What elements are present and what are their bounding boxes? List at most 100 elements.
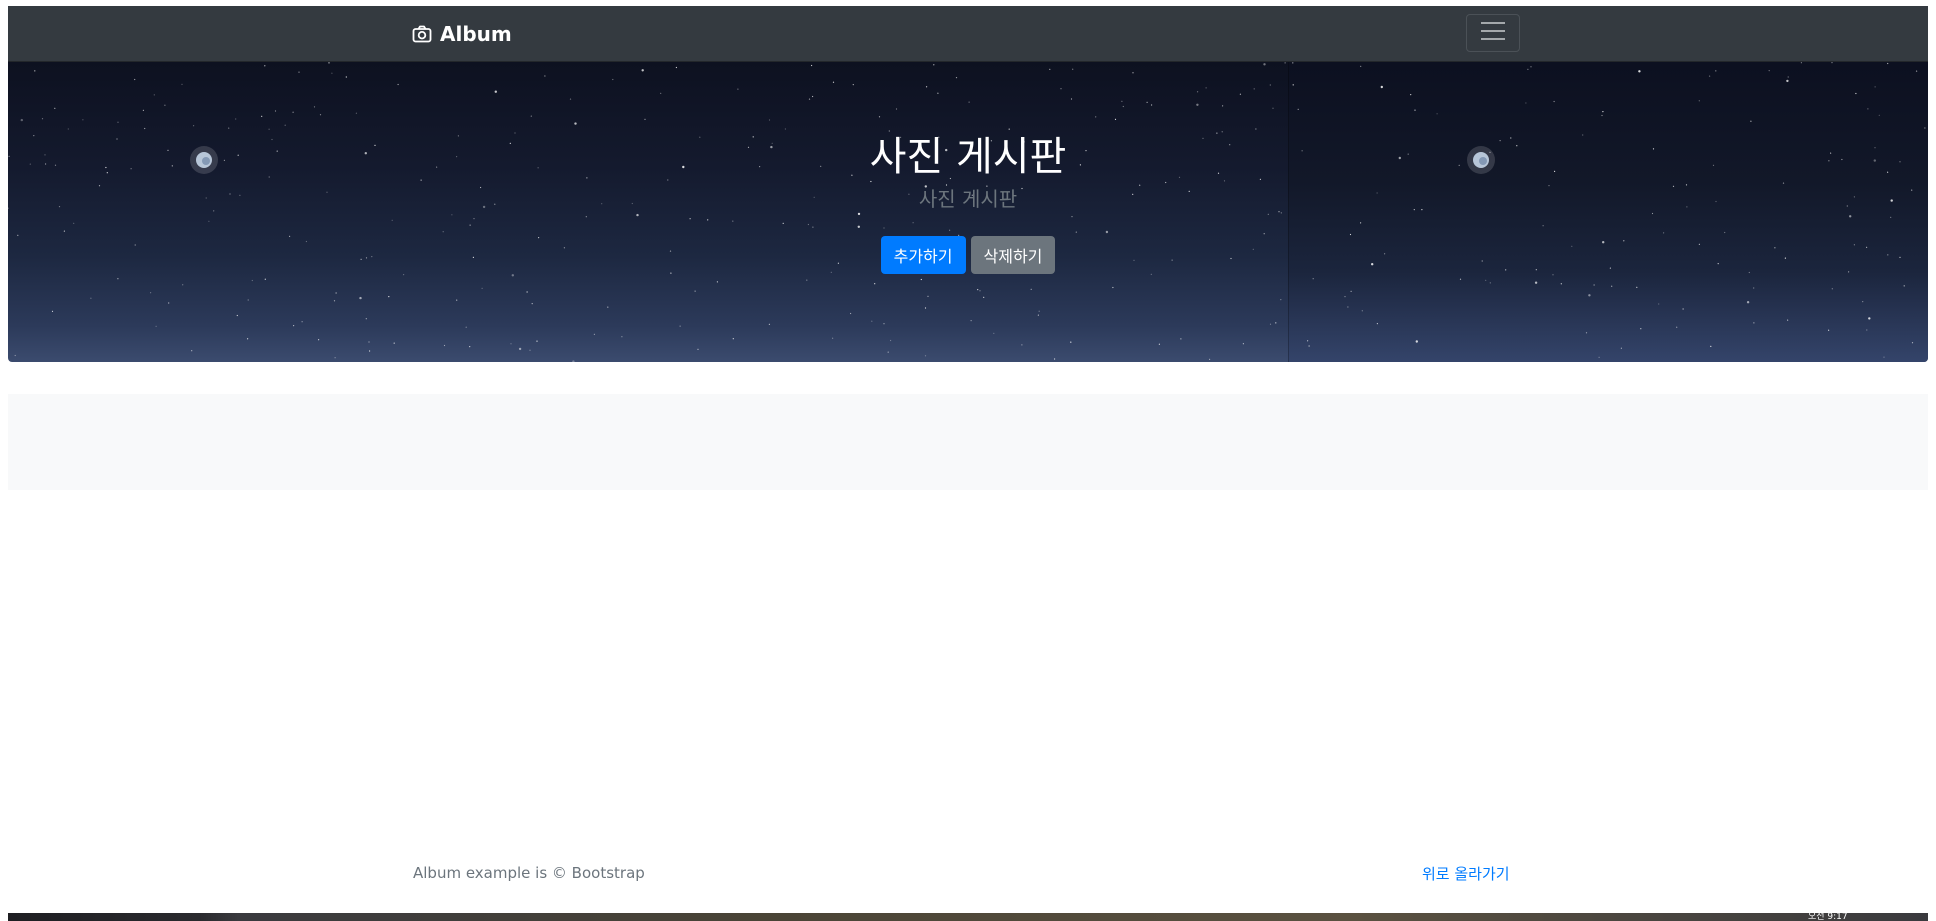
- star: [1344, 296, 1346, 298]
- star: [368, 341, 370, 343]
- star: [1878, 114, 1880, 116]
- star: [1750, 120, 1752, 122]
- brand-link[interactable]: Album: [412, 6, 512, 61]
- star: [707, 219, 709, 221]
- star: [878, 116, 881, 118]
- star: [1267, 213, 1269, 215]
- star: [134, 78, 136, 81]
- star: [1753, 322, 1755, 324]
- star: [808, 98, 811, 100]
- star: [694, 290, 696, 292]
- star: [1787, 76, 1789, 78]
- star: [949, 229, 951, 231]
- add-button[interactable]: 추가하기: [880, 236, 966, 274]
- star: [397, 83, 399, 86]
- star: [236, 314, 238, 317]
- star: [319, 114, 322, 116]
- star: [1263, 233, 1265, 235]
- star: [737, 88, 739, 90]
- star: [1308, 345, 1310, 347]
- star: [403, 274, 405, 276]
- star: [1724, 231, 1726, 234]
- star: [1350, 290, 1352, 292]
- star: [331, 72, 333, 74]
- star: [1242, 343, 1244, 345]
- camera-icon: [412, 25, 432, 43]
- star: [1611, 285, 1613, 287]
- star: [1021, 344, 1023, 346]
- star: [644, 118, 646, 120]
- star: [1414, 109, 1416, 111]
- star: [1787, 319, 1789, 321]
- star: [1436, 113, 1438, 115]
- star: [264, 65, 266, 67]
- star: [612, 78, 614, 81]
- star: [1222, 105, 1224, 107]
- star: [887, 351, 889, 353]
- star: [1883, 356, 1885, 358]
- star: [1658, 303, 1660, 305]
- star: [73, 222, 75, 224]
- star: [1542, 225, 1544, 227]
- star: [768, 119, 771, 121]
- star: [456, 299, 458, 301]
- star: [1095, 116, 1097, 118]
- star: [1525, 102, 1527, 104]
- star: [607, 306, 609, 308]
- star: [811, 64, 813, 67]
- star: [1768, 70, 1770, 72]
- star: [20, 118, 23, 122]
- star: [335, 292, 337, 294]
- delete-button[interactable]: 삭제하기: [970, 236, 1056, 274]
- star: [1534, 281, 1538, 284]
- star: [1527, 68, 1529, 70]
- star: [1360, 65, 1362, 67]
- star: [1828, 329, 1830, 331]
- star: [369, 350, 371, 352]
- star: [1269, 323, 1272, 325]
- star: [1709, 75, 1711, 77]
- star: [1376, 323, 1378, 325]
- star: [208, 220, 210, 222]
- star: [181, 83, 183, 85]
- star: [1636, 286, 1638, 288]
- star: [1180, 338, 1182, 340]
- star: [812, 95, 814, 98]
- star: [968, 101, 970, 103]
- star: [1598, 356, 1600, 358]
- star: [298, 71, 300, 73]
- star: [530, 115, 532, 117]
- star: [531, 303, 533, 305]
- star: [142, 109, 144, 111]
- star: [933, 64, 935, 66]
- star: [1122, 105, 1124, 108]
- star: [318, 339, 320, 341]
- star: [1263, 63, 1266, 66]
- star: [993, 332, 995, 334]
- star: [1239, 93, 1241, 95]
- star: [82, 119, 84, 121]
- star: [182, 284, 184, 286]
- star: [1868, 317, 1871, 320]
- navbar-toggler-button[interactable]: [1466, 14, 1520, 52]
- star: [1070, 98, 1073, 100]
- back-to-top-link[interactable]: 위로 올라가기: [1422, 863, 1510, 884]
- star: [1530, 66, 1532, 68]
- footer-text: Album example is © Bootstrap: [413, 864, 645, 882]
- star: [689, 218, 691, 220]
- star: [675, 66, 678, 69]
- star: [1593, 284, 1595, 286]
- star: [494, 90, 497, 93]
- navbar: Album: [8, 6, 1928, 62]
- star: [955, 77, 958, 79]
- star: [473, 218, 475, 220]
- star: [1831, 288, 1833, 290]
- os-taskbar: [8, 913, 1928, 921]
- star: [536, 340, 538, 342]
- star: [716, 281, 719, 283]
- star: [293, 325, 295, 327]
- star: [313, 106, 316, 108]
- star: [150, 292, 152, 294]
- star: [1280, 212, 1282, 214]
- star: [1485, 279, 1487, 281]
